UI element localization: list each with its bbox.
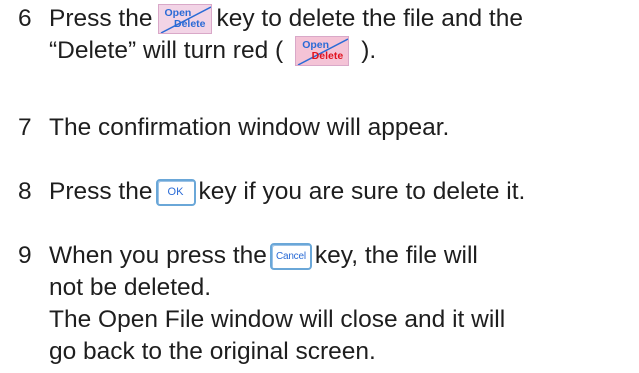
- step-line: Press the Open Delete key to delete the …: [49, 3, 635, 35]
- manual-page: 6 Press the Open Delete key to delete th…: [0, 0, 639, 373]
- open-delete-key-red-icon: Open Delete: [295, 36, 350, 66]
- open-delete-key-icon: Open Delete: [157, 4, 212, 34]
- step-text: The Open File window will close and it w…: [49, 306, 506, 333]
- step-8: 8 Press the OK key if you are sure to de…: [18, 176, 635, 208]
- step-text: When you press the: [49, 242, 267, 269]
- step-text: key if you are sure to delete it.: [198, 178, 526, 205]
- step-line: The Open File window will close and it w…: [49, 304, 635, 336]
- step-line: Press the OK key if you are sure to dele…: [49, 176, 635, 208]
- ok-key-icon: OK: [155, 178, 196, 206]
- step-line: The confirmation window will appear.: [49, 112, 635, 144]
- step-text: go back to the original screen.: [49, 338, 376, 365]
- step-text: “Delete” will turn red (: [49, 37, 284, 64]
- step-number: 8: [18, 178, 32, 205]
- step-body: When you press the Cancel key, the file …: [49, 240, 635, 368]
- step-line: “Delete” will turn red ( Open Delete ).: [49, 35, 635, 67]
- step-body: Press the Open Delete key to delete the …: [49, 3, 635, 67]
- cancel-key-icon: Cancel: [269, 242, 312, 270]
- step-text: key, the file will: [314, 242, 478, 269]
- step-text: key to delete the file and the: [216, 5, 523, 32]
- step-text: The confirmation window will appear.: [49, 114, 450, 141]
- step-text: Press the: [49, 178, 153, 205]
- step-line: go back to the original screen.: [49, 336, 635, 368]
- step-text: not be deleted.: [49, 274, 212, 301]
- step-body: The confirmation window will appear.: [49, 112, 635, 144]
- step-line: When you press the Cancel key, the file …: [49, 240, 635, 272]
- step-number: 9: [18, 242, 32, 269]
- key-delete-label: Delete: [311, 50, 344, 62]
- key-delete-label: Delete: [173, 18, 206, 30]
- step-7: 7 The confirmation window will appear.: [18, 112, 635, 144]
- step-text: Press the: [49, 5, 153, 32]
- step-line: not be deleted.: [49, 272, 635, 304]
- step-number: 7: [18, 114, 32, 141]
- step-body: Press the OK key if you are sure to dele…: [49, 176, 635, 208]
- step-text: ).: [361, 37, 377, 64]
- step-number: 6: [18, 5, 32, 32]
- step-6: 6 Press the Open Delete key to delete th…: [18, 3, 635, 67]
- step-9: 9 When you press the Cancel key, the fil…: [18, 240, 635, 368]
